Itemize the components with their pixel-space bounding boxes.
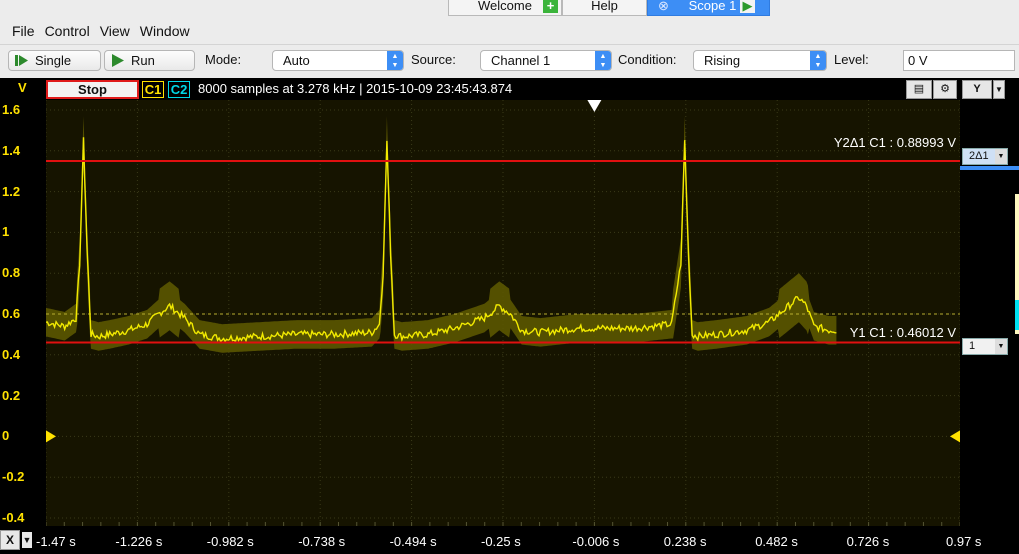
x-tick-label: 0.97 s [946, 534, 982, 549]
cursor-y2-tag-label: 2Δ1 [969, 150, 989, 162]
chevron-updown-icon: ▲ ▼ [387, 51, 403, 70]
run-label: Run [131, 53, 155, 68]
tab-help-label: Help [591, 0, 618, 13]
tab-welcome[interactable]: Welcome + [448, 0, 562, 16]
single-button[interactable]: Single [8, 50, 101, 71]
tab-scope-1[interactable]: ⊗ Scope 1 ▶ [647, 0, 770, 16]
menu-view[interactable]: View [96, 20, 136, 42]
x-tick-label: -0.25 s [481, 534, 521, 549]
mode-label: Mode: [205, 52, 242, 67]
cursor-y2-tag[interactable]: 2Δ1 ▼ [962, 148, 1008, 165]
menu-window[interactable]: Window [136, 20, 196, 42]
x-tick-label: -0.982 s [206, 534, 254, 549]
trigger-left-marker [46, 430, 56, 443]
waveform-svg [46, 100, 960, 526]
x-axis-button[interactable]: X [0, 530, 20, 550]
x-tick-label: 0.238 s [663, 534, 707, 549]
menu-control[interactable]: Control [41, 20, 96, 42]
tab-bar: Welcome + Help ⊗ Scope 1 ▶ [0, 0, 1019, 16]
x-tick-label: -0.738 s [298, 534, 346, 549]
x-axis: X ▼ -1.47 s -1.226 s -0.982 s -0.738 s -0.49… [0, 526, 1019, 554]
waveform-trace [46, 137, 837, 343]
close-icon[interactable]: ⊗ [656, 0, 671, 13]
x-tick-label: 0.726 s [846, 534, 890, 549]
x-tick-label: 0.482 s [755, 534, 798, 549]
condition-value: Rising [704, 53, 741, 68]
acquisition-info: 8000 samples at 3.278 kHz | 2015-10-09 2… [198, 81, 513, 96]
x-tick-label: -0.006 s [572, 534, 620, 549]
trigger-right-marker [950, 430, 960, 443]
menu-file[interactable]: File [0, 20, 41, 42]
y-unit-label: V [18, 80, 27, 95]
scope-window: Welcome + Help ⊗ Scope 1 ▶ File Control … [0, 0, 1019, 554]
cursor-panel: 2Δ1 ▼ 1 ▼ [960, 100, 1019, 526]
scope-header: V Stop C1 C2 8000 samples at 3.278 kHz |… [0, 78, 1019, 100]
play-icon[interactable]: ▶ [740, 0, 755, 13]
channel-2-marker [1015, 300, 1019, 330]
cursor-y2-marker [960, 166, 1019, 170]
cursor-y1-tag[interactable]: 1 ▼ [962, 338, 1008, 355]
y-tick-label: 1.4 [2, 142, 21, 158]
y-tick-label: -0.2 [2, 469, 25, 485]
x-tick-label: -1.47 s [36, 534, 76, 549]
source-label: Source: [411, 52, 456, 67]
y-tick-label: -0.4 [2, 510, 25, 525]
chevron-down-icon: ▼ [995, 339, 1007, 354]
y-tick-label: 1.2 [2, 183, 21, 199]
chevron-down-icon: ▼ [995, 149, 1007, 164]
gear-icon[interactable]: ⚙ [933, 80, 957, 99]
y-tick-label: 0.2 [2, 387, 21, 403]
cursor-y1-readout: Y1 C1 : 0.46012 V [849, 325, 956, 340]
stop-button[interactable]: Stop [46, 80, 139, 99]
y-tick-label: 0 [2, 428, 10, 444]
y-axis-button[interactable]: Y [962, 80, 992, 99]
source-value: Channel 1 [491, 53, 551, 68]
condition-label: Condition: [618, 52, 677, 67]
y-axis: 1.6 1.4 1.2 1 0.8 0.6 0.4 0.2 0 -0.2 -0.4 [0, 100, 46, 526]
y-tick-label: 0.4 [2, 346, 21, 362]
y-tick-label: 1 [2, 224, 10, 240]
chevron-updown-icon: ▲ ▼ [810, 51, 826, 70]
source-select[interactable]: Channel 1 ▲ ▼ [480, 50, 612, 71]
tab-welcome-label: Welcome [478, 0, 532, 13]
single-label: Single [35, 53, 72, 68]
y-tick-label: 0.8 [2, 265, 21, 281]
chevron-updown-icon: ▲ ▼ [595, 51, 611, 70]
run-button[interactable]: Run [104, 50, 195, 71]
run-icon [112, 54, 124, 67]
chevron-down-icon[interactable]: ▼ [993, 80, 1005, 99]
chevron-down-icon[interactable]: ▼ [22, 532, 32, 548]
x-tick-label: -1.226 s [115, 534, 163, 549]
trigger-toolbar: Single Run Mode: Auto ▲ ▼ Source: Channel… [0, 44, 1019, 74]
waveform-envelope [46, 116, 837, 353]
export-icon[interactable]: ▤ [906, 80, 932, 99]
tab-help[interactable]: Help [562, 0, 647, 16]
mode-value: Auto [283, 53, 310, 68]
channel-2-toggle[interactable]: C2 [168, 81, 190, 98]
trigger-time-marker [587, 100, 602, 112]
plus-icon[interactable]: + [543, 0, 558, 13]
cursor-y2-readout: Y2Δ1 C1 : 0.88993 V [833, 135, 956, 150]
single-step-icon [15, 55, 28, 66]
level-value: 0 V [908, 53, 928, 68]
cursor-y1-tag-label: 1 [969, 340, 976, 352]
x-tick-label: -0.494 s [389, 534, 437, 549]
channel-1-toggle[interactable]: C1 [142, 81, 164, 98]
level-label: Level: [834, 52, 869, 67]
tab-scope-label: Scope 1 [688, 0, 737, 13]
condition-select[interactable]: Rising ▲ ▼ [693, 50, 827, 71]
y-tick-label: 0.6 [2, 306, 21, 321]
menu-bar: File Control View Window [0, 20, 196, 42]
mode-select[interactable]: Auto ▲ ▼ [272, 50, 404, 71]
scope-plot[interactable]: Y2Δ1 C1 : 0.88993 V Y1 C1 : 0.46012 V [46, 100, 960, 526]
level-input[interactable]: 0 V [903, 50, 1015, 71]
y-tick-label: 1.6 [2, 102, 21, 117]
